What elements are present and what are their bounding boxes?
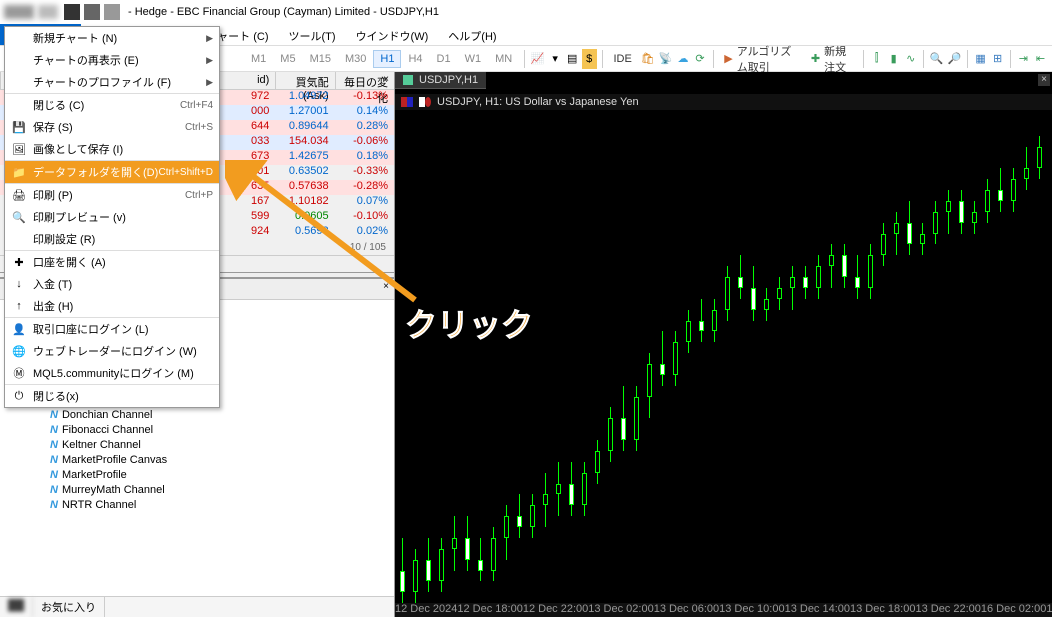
menu-item[interactable]: ↓入金 (T) <box>5 273 219 295</box>
chart-panel: USDJPY,H1 × USDJPY, H1: US Dollar vs Jap… <box>395 72 1052 617</box>
titlebar: - Hedge - EBC Financial Group (Cayman) L… <box>0 0 1052 24</box>
menu-item[interactable]: 💾保存 (S)Ctrl+S <box>5 116 219 138</box>
nav-indicator[interactable]: NMarketProfile <box>0 467 394 482</box>
window-icon[interactable]: ⊞ <box>990 49 1005 69</box>
market-icon[interactable]: 🛍 <box>640 49 656 69</box>
menu-item[interactable]: 🖨印刷 (P)Ctrl+P <box>5 184 219 206</box>
nav-tab[interactable]: ▓▓ <box>0 597 33 617</box>
nav-indicator[interactable]: NKeltner Channel <box>0 437 394 452</box>
zoom-out-icon[interactable]: 🔎 <box>947 49 963 69</box>
chart-line-icon[interactable]: 📈 <box>530 49 546 69</box>
close-icon[interactable]: × <box>380 74 392 86</box>
blurred-section <box>4 5 34 19</box>
titlebar-icons <box>64 4 120 20</box>
menu-item[interactable]: 新規チャート (N)▶ <box>5 27 219 49</box>
menubar: ファイル (F) 表示 (V) 挿入 (I) チャート (C) ツール(T) ウ… <box>0 24 1052 46</box>
nav-indicator[interactable]: NNRTR Channel <box>0 497 394 512</box>
chart-style-icon[interactable]: ▤ <box>565 49 580 69</box>
zoom-in-icon[interactable]: 🔍 <box>929 49 945 69</box>
timeframe-m30[interactable]: M30 <box>338 50 373 68</box>
menu-item[interactable]: 🌐ウェブトレーダーにログイン (W) <box>5 340 219 362</box>
menu-item[interactable]: 📁データフォルダを開く(D)Ctrl+Shift+D <box>5 161 219 183</box>
menu-window[interactable]: ウインドウ(W) <box>346 24 439 45</box>
menu-item[interactable]: 🔍印刷プレビュー (v) <box>5 206 219 228</box>
line-chart-icon[interactable]: ∿ <box>903 49 918 69</box>
grid-icon[interactable]: ▦ <box>973 49 988 69</box>
menu-item[interactable]: ↑出金 (H) <box>5 295 219 317</box>
us-flag-icon <box>401 97 413 107</box>
timeframe-d1[interactable]: D1 <box>430 50 458 68</box>
window-title: - Hedge - EBC Financial Group (Cayman) L… <box>128 6 439 18</box>
cloud-icon[interactable]: ☁ <box>675 49 690 69</box>
menu-item[interactable]: ⓂMQL5.communityにログイン (M) <box>5 362 219 384</box>
menu-help[interactable]: ヘルプ(H) <box>438 24 506 45</box>
timeframe-selector: M1M5M15M30H1H4D1W1MN <box>244 50 519 68</box>
navigator-tabs: ▓▓ お気に入り <box>0 596 394 617</box>
indicator-icon[interactable]: $ <box>582 49 597 69</box>
candle-chart-icon[interactable]: ▮ <box>886 49 901 69</box>
nav-indicator[interactable]: NDonchian Channel <box>0 407 394 422</box>
menu-item[interactable]: 👤取引口座にログイン (L) <box>5 318 219 340</box>
chart-area[interactable]: USDJPY, H1: US Dollar vs Japanese Yen <box>395 94 1052 603</box>
timeframe-mn[interactable]: MN <box>488 50 519 68</box>
signal-icon[interactable]: 📡 <box>658 49 674 69</box>
bar-chart-icon[interactable]: ⫿ <box>869 49 884 69</box>
nav-indicator[interactable]: NMurreyMath Channel <box>0 482 394 497</box>
chart-x-axis: 12 Dec 202412 Dec 18:0012 Dec 22:0013 De… <box>395 603 1052 617</box>
jp-flag-icon <box>419 97 431 107</box>
timeframe-h4[interactable]: H4 <box>401 50 429 68</box>
shift-icon[interactable]: ⇥ <box>1016 49 1031 69</box>
chart-tab[interactable]: USDJPY,H1 <box>395 72 486 89</box>
blurred-section <box>38 5 58 19</box>
menu-item[interactable]: 🖼画像として保存 (I) <box>5 138 219 160</box>
refresh-icon[interactable]: ⟳ <box>693 49 708 69</box>
close-icon[interactable]: × <box>1038 74 1050 86</box>
menu-item[interactable]: ✚口座を開く (A) <box>5 251 219 273</box>
close-icon[interactable]: × <box>380 281 392 293</box>
auto-shift-icon[interactable]: ⇤ <box>1033 49 1048 69</box>
timeframe-m1[interactable]: M1 <box>244 50 273 68</box>
ide-button[interactable]: IDE <box>607 50 637 68</box>
timeframe-m5[interactable]: M5 <box>273 50 302 68</box>
timeframe-m15[interactable]: M15 <box>303 50 338 68</box>
menu-item[interactable]: 印刷設定 (R) <box>5 228 219 250</box>
menu-item[interactable]: チャートのプロファイル (F)▶ <box>5 71 219 93</box>
timeframe-w1[interactable]: W1 <box>458 50 489 68</box>
menu-item[interactable]: ⏻閉じる(x) <box>5 385 219 407</box>
file-dropdown: 新規チャート (N)▶チャートの再表示 (E)▶チャートのプロファイル (F)▶… <box>4 26 220 408</box>
menu-item[interactable]: チャートの再表示 (E)▶ <box>5 49 219 71</box>
chart-dropdown-icon[interactable]: ▾ <box>548 49 563 69</box>
menu-item[interactable]: 閉じる (C)Ctrl+F4 <box>5 94 219 116</box>
timeframe-h1[interactable]: H1 <box>373 50 401 68</box>
menu-tools[interactable]: ツール(T) <box>279 24 346 45</box>
chart-tab-icon <box>403 75 413 85</box>
nav-indicator[interactable]: NMarketProfile Canvas <box>0 452 394 467</box>
nav-indicator[interactable]: NFibonacci Channel <box>0 422 394 437</box>
nav-tab-favorites[interactable]: お気に入り <box>33 597 105 617</box>
chart-title: USDJPY, H1: US Dollar vs Japanese Yen <box>395 94 1052 110</box>
